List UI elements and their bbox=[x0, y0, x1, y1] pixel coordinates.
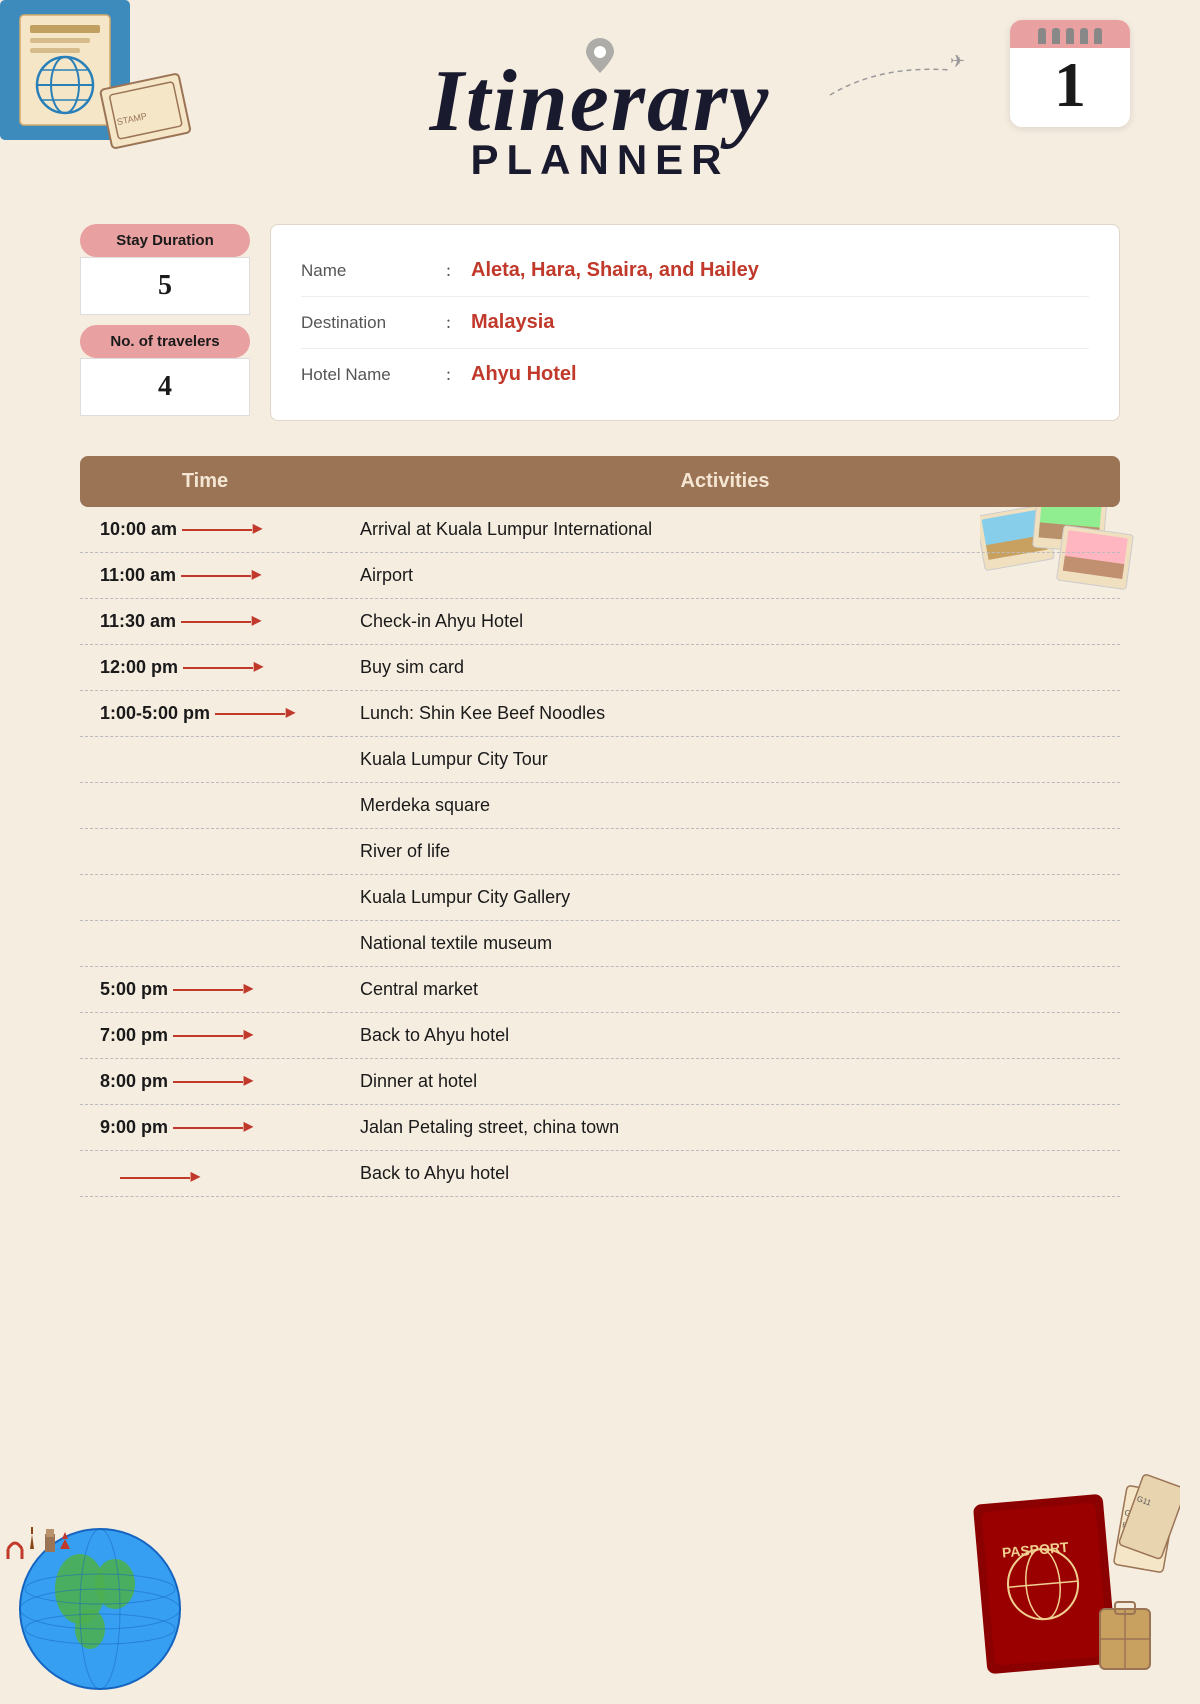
time-cell: 10:00 am bbox=[80, 507, 330, 553]
time-cell bbox=[80, 829, 330, 875]
table-row: 12:00 pm Buy sim card bbox=[80, 645, 1120, 691]
travelers-label: No. of travelers bbox=[80, 325, 250, 358]
activity-cell: Kuala Lumpur City Gallery bbox=[330, 875, 1120, 921]
name-label: Name bbox=[301, 261, 441, 281]
schedule-section: Time Activities 10:00 am Arrival at Kuala… bbox=[80, 456, 1120, 1197]
table-row: Back to Ahyu hotel bbox=[80, 1151, 1120, 1197]
left-stats: Stay Duration 5 No. of travelers 4 bbox=[80, 224, 250, 426]
hotel-value: Ahyu Hotel bbox=[471, 363, 577, 386]
table-row: 11:00 am Airport bbox=[80, 553, 1120, 599]
time-cell bbox=[80, 921, 330, 967]
svg-text:G11: G11 bbox=[1124, 1508, 1140, 1519]
table-row: 1:00-5:00 pm Lunch: Shin Kee Beef Noodles bbox=[80, 691, 1120, 737]
table-header-activities: Activities bbox=[330, 456, 1120, 507]
table-row: Merdeka square bbox=[80, 783, 1120, 829]
globe-deco bbox=[0, 1419, 230, 1699]
stay-duration-value: 5 bbox=[80, 257, 250, 315]
activity-cell: Jalan Petaling street, china town bbox=[330, 1105, 1120, 1151]
time-cell: 12:00 pm bbox=[80, 645, 330, 691]
table-row: Kuala Lumpur City Gallery bbox=[80, 875, 1120, 921]
activity-cell: National textile museum bbox=[330, 921, 1120, 967]
time-arrow-indicator bbox=[181, 575, 251, 577]
time-cell: 11:30 am bbox=[80, 599, 330, 645]
info-section: Stay Duration 5 No. of travelers 4 Name … bbox=[80, 224, 1120, 426]
activity-cell: Dinner at hotel bbox=[330, 1059, 1120, 1105]
time-value: 10:00 am bbox=[100, 519, 177, 540]
activity-cell: Check-in Ahyu Hotel bbox=[330, 599, 1120, 645]
destination-value: Malaysia bbox=[471, 311, 554, 334]
time-arrow-indicator bbox=[173, 989, 243, 991]
table-row: 8:00 pm Dinner at hotel bbox=[80, 1059, 1120, 1105]
time-cell bbox=[80, 875, 330, 921]
activity-cell: Buy sim card bbox=[330, 645, 1120, 691]
activity-cell: Arrival at Kuala Lumpur International bbox=[330, 507, 1120, 553]
name-value: Aleta, Hara, Shaira, and Hailey bbox=[471, 259, 759, 282]
time-value: 5:00 pm bbox=[100, 979, 168, 1000]
table-row: 11:30 am Check-in Ahyu Hotel bbox=[80, 599, 1120, 645]
time-arrow-indicator bbox=[215, 713, 285, 715]
activity-cell: Lunch: Shin Kee Beef Noodles bbox=[330, 691, 1120, 737]
time-value: 12:00 pm bbox=[100, 657, 178, 678]
time-value: 9:00 pm bbox=[100, 1117, 168, 1138]
table-header-time: Time bbox=[80, 456, 330, 507]
page-header: Itinerary PLANNER bbox=[0, 0, 1200, 184]
time-value: 11:00 am bbox=[100, 565, 176, 586]
time-cell bbox=[80, 737, 330, 783]
hotel-colon: : bbox=[446, 364, 451, 385]
travelers-value: 4 bbox=[80, 358, 250, 416]
time-arrow-indicator bbox=[173, 1035, 243, 1037]
activity-cell: Back to Ahyu hotel bbox=[330, 1013, 1120, 1059]
table-row: 9:00 pm Jalan Petaling street, china town bbox=[80, 1105, 1120, 1151]
destination-colon: : bbox=[446, 312, 451, 333]
time-cell: 8:00 pm bbox=[80, 1059, 330, 1105]
stay-duration-label: Stay Duration bbox=[80, 224, 250, 257]
time-cell: 5:00 pm bbox=[80, 967, 330, 1013]
time-arrow-indicator bbox=[120, 1177, 190, 1179]
table-row: Kuala Lumpur City Tour bbox=[80, 737, 1120, 783]
time-cell bbox=[80, 1151, 330, 1197]
time-arrow-indicator bbox=[182, 529, 252, 531]
time-cell: 1:00-5:00 pm bbox=[80, 691, 330, 737]
activity-cell: Airport bbox=[330, 553, 1120, 599]
info-row-destination: Destination : Malaysia bbox=[301, 297, 1089, 349]
location-pin-icon bbox=[586, 38, 614, 78]
hotel-label: Hotel Name bbox=[301, 365, 441, 385]
passport-deco: PASPORT G11 BOARDING G11 bbox=[960, 1459, 1180, 1679]
time-value: 8:00 pm bbox=[100, 1071, 168, 1092]
info-row-name: Name : Aleta, Hara, Shaira, and Hailey bbox=[301, 245, 1089, 297]
table-row: 10:00 am Arrival at Kuala Lumpur Internat… bbox=[80, 507, 1120, 553]
time-value: 11:30 am bbox=[100, 611, 176, 632]
activity-cell: River of life bbox=[330, 829, 1120, 875]
time-cell: 11:00 am bbox=[80, 553, 330, 599]
schedule-table: Time Activities 10:00 am Arrival at Kuala… bbox=[80, 456, 1120, 1197]
time-value: 7:00 pm bbox=[100, 1025, 168, 1046]
info-card: Name : Aleta, Hara, Shaira, and Hailey D… bbox=[270, 224, 1120, 421]
table-row: 7:00 pm Back to Ahyu hotel bbox=[80, 1013, 1120, 1059]
destination-label: Destination bbox=[301, 313, 441, 333]
time-cell: 9:00 pm bbox=[80, 1105, 330, 1151]
table-row: 5:00 pm Central market bbox=[80, 967, 1120, 1013]
name-colon: : bbox=[446, 260, 451, 281]
time-arrow-indicator bbox=[181, 621, 251, 623]
time-cell bbox=[80, 783, 330, 829]
time-arrow-indicator bbox=[173, 1081, 243, 1083]
time-arrow-indicator bbox=[173, 1127, 243, 1129]
table-row: National textile museum bbox=[80, 921, 1120, 967]
time-value: 1:00-5:00 pm bbox=[100, 703, 210, 724]
activity-cell: Merdeka square bbox=[330, 783, 1120, 829]
info-row-hotel: Hotel Name : Ahyu Hotel bbox=[301, 349, 1089, 400]
table-row: River of life bbox=[80, 829, 1120, 875]
svg-text:BOARDING: BOARDING bbox=[1122, 1522, 1160, 1535]
svg-text:G11: G11 bbox=[1136, 1494, 1153, 1508]
time-arrow-indicator bbox=[183, 667, 253, 669]
time-cell: 7:00 pm bbox=[80, 1013, 330, 1059]
activity-cell: Back to Ahyu hotel bbox=[330, 1151, 1120, 1197]
activity-cell: Kuala Lumpur City Tour bbox=[330, 737, 1120, 783]
title-planner: PLANNER bbox=[0, 136, 1200, 184]
svg-text:PASPORT: PASPORT bbox=[1001, 1539, 1069, 1561]
activity-cell: Central market bbox=[330, 967, 1120, 1013]
